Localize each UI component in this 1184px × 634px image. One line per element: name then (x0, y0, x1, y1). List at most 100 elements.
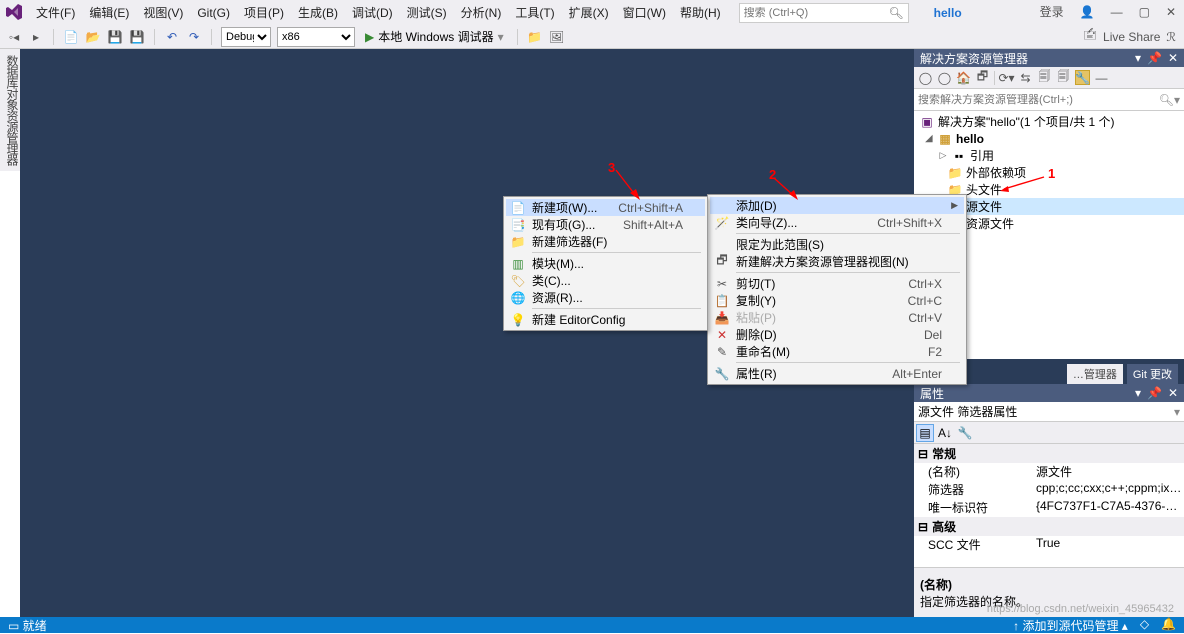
liveshare-button[interactable]: Live Share (1103, 30, 1160, 44)
category-general[interactable]: ⊟常规 (914, 444, 1184, 463)
expander-icon[interactable]: ▷ (938, 150, 948, 161)
ctx-new-filter[interactable]: 📁 新建筛选器(F) (506, 233, 705, 250)
admin-icon[interactable]: ℛ (1166, 30, 1176, 44)
panel-close-icon[interactable]: ✕ (1168, 51, 1178, 65)
tree-references[interactable]: ▷ ▪▪ 引用 (914, 147, 1184, 164)
menu-file[interactable]: 文件(F) (30, 1, 81, 24)
new-item-icon: 📄 (510, 201, 526, 215)
ctx-new-solution-view[interactable]: 🗗 新建解决方案资源管理器视图(N) (710, 253, 964, 270)
resource-icon: 🌐 (510, 291, 526, 305)
saveall-icon[interactable]: 💾 (129, 29, 145, 45)
ctx-class-wizard[interactable]: 🪄 类向导(Z)...Ctrl+Shift+X (710, 214, 964, 231)
menu-git[interactable]: Git(G) (191, 3, 236, 23)
platform-select[interactable]: x86 (277, 27, 355, 47)
ctx-resource[interactable]: 🌐 资源(R)... (506, 289, 705, 306)
nav-fwd-icon[interactable]: ◯ (937, 70, 952, 85)
redo-icon[interactable]: ↷ (186, 29, 202, 45)
login-button[interactable]: 登录 (1040, 3, 1064, 20)
new-file-icon[interactable]: 📄 (63, 29, 79, 45)
expander-icon[interactable]: ◢ (924, 133, 934, 144)
search-icon[interactable]: 🔍︎ (888, 6, 903, 20)
menu-project[interactable]: 项目(P) (238, 1, 290, 24)
menu-window[interactable]: 窗口(W) (617, 1, 672, 24)
open-icon[interactable]: 📂 (85, 29, 101, 45)
home-icon[interactable]: 🏠 (956, 70, 971, 85)
chevron-down-icon[interactable]: ▾ (1174, 405, 1180, 419)
menu-view[interactable]: 视图(V) (137, 1, 189, 24)
image-icon[interactable]: 🖼 (549, 29, 565, 45)
wizard-icon: 🪄 (714, 216, 730, 230)
ctx-scope[interactable]: 限定为此范围(S) (710, 236, 964, 253)
solution-search-input[interactable] (918, 94, 1159, 106)
back-icon[interactable]: ◦◂ (6, 29, 22, 45)
prop-desc-title: (名称) (920, 576, 1178, 593)
prop-row-scc[interactable]: SCC 文件True (914, 536, 1184, 554)
ctx-class[interactable]: 🏷 类(C)... (506, 272, 705, 289)
global-search-input[interactable] (744, 7, 889, 19)
ctx-add[interactable]: 添加(D)▶ (710, 197, 964, 214)
liveshare-icon[interactable]: 🖆 (1083, 26, 1097, 47)
menu-debug[interactable]: 调试(D) (346, 1, 399, 24)
account-icon[interactable]: 👤 (1080, 5, 1095, 19)
folder-icon[interactable]: 📁 (527, 29, 543, 45)
save-icon[interactable]: 💾 (107, 29, 123, 45)
ctx-cut[interactable]: ✂ 剪切(T)Ctrl+X (710, 275, 964, 292)
prop-row-uid[interactable]: 唯一标识符{4FC737F1-C7A5-4376-A066-2 (914, 499, 1184, 517)
ctx-properties[interactable]: 🔧 属性(R)Alt+Enter (710, 365, 964, 382)
global-search[interactable]: 🔍︎ (739, 3, 909, 23)
panel-pin-icon[interactable]: 📌 (1147, 51, 1162, 65)
close-icon[interactable]: ✕ (1166, 5, 1176, 19)
search-icon[interactable]: 🔍︎▾ (1159, 93, 1180, 107)
panel-close-icon[interactable]: ✕ (1168, 386, 1178, 400)
menu-analyze[interactable]: 分析(N) (455, 1, 508, 24)
category-advanced[interactable]: ⊟高级 (914, 517, 1184, 536)
collapse-icon[interactable]: ⇆ (1018, 70, 1033, 85)
panel-dropdown-icon[interactable]: ▾ (1135, 51, 1141, 65)
start-debug-button[interactable]: ▶ 本地 Windows 调试器 ▾ (361, 28, 508, 45)
ctx-copy[interactable]: 📋 复制(Y)Ctrl+C (710, 292, 964, 309)
prop-pages-icon[interactable]: 🔧 (956, 424, 974, 442)
tab-solution-explorer[interactable]: …管理器 (1067, 364, 1123, 384)
panel-pin-icon[interactable]: 📌 (1147, 386, 1162, 400)
maximize-icon[interactable]: ▢ (1139, 5, 1150, 19)
properties-icon[interactable]: 🔧 (1075, 70, 1090, 85)
status-bell-icon[interactable]: 🔔 (1161, 617, 1176, 634)
fwd-icon[interactable]: ▸ (28, 29, 44, 45)
minimize-icon[interactable]: — (1111, 5, 1123, 19)
menu-tools[interactable]: 工具(T) (509, 1, 560, 24)
categorized-icon[interactable]: ▤ (916, 424, 934, 442)
menu-extensions[interactable]: 扩展(X) (563, 1, 615, 24)
tab-git-changes[interactable]: Git 更改 (1127, 364, 1178, 384)
menu-build[interactable]: 生成(B) (292, 1, 344, 24)
ctx-delete[interactable]: ✕ 删除(D)Del (710, 326, 964, 343)
menu-edit[interactable]: 编辑(E) (83, 1, 135, 24)
menu-test[interactable]: 测试(S) (401, 1, 453, 24)
status-repo-icon[interactable]: ◇ (1140, 617, 1149, 634)
properties-selector[interactable]: 源文件 筛选器属性 ▾ (914, 402, 1184, 422)
ctx-existing-item[interactable]: 📑 现有项(G)...Shift+Alt+A (506, 216, 705, 233)
tree-solution-root[interactable]: ▣ 解决方案"hello"(1 个项目/共 1 个) (914, 113, 1184, 130)
nav-back-icon[interactable]: ◯ (918, 70, 933, 85)
prop-row-name[interactable]: (名称)源文件 (914, 463, 1184, 481)
prop-row-filter[interactable]: 筛选器cpp;c;cc;cxx;c++;cppm;ixx;def (914, 481, 1184, 499)
switch-icon[interactable]: 🗗 (975, 70, 990, 85)
status-source-control[interactable]: ↑ 添加到源代码管理 ▴ (1013, 617, 1128, 634)
preview-icon[interactable]: — (1094, 70, 1109, 85)
refresh-icon[interactable]: 🗐 (1056, 70, 1071, 85)
tree-project[interactable]: ◢ ▦ hello (914, 130, 1184, 147)
config-select[interactable]: Debug (221, 27, 271, 47)
tree-external-deps[interactable]: 📁 外部依赖项 (914, 164, 1184, 181)
panel-dropdown-icon[interactable]: ▾ (1135, 386, 1141, 400)
menu-help[interactable]: 帮助(H) (674, 1, 727, 24)
ctx-new-item[interactable]: 📄 新建项(W)...Ctrl+Shift+A (506, 199, 705, 216)
external-deps-label: 外部依赖项 (966, 164, 1026, 181)
showall-icon[interactable]: 🗐 (1037, 70, 1052, 85)
ctx-rename[interactable]: ✎ 重命名(M)F2 (710, 343, 964, 360)
alpha-sort-icon[interactable]: A↓ (936, 424, 954, 442)
solution-search[interactable]: 🔍︎▾ (914, 89, 1184, 111)
sync-icon[interactable]: ⟳▾ (999, 70, 1014, 85)
chevron-down-icon[interactable]: ▾ (498, 30, 504, 44)
ctx-module[interactable]: ▥ 模块(M)... (506, 255, 705, 272)
ctx-editorconfig[interactable]: 💡 新建 EditorConfig (506, 311, 705, 328)
undo-icon[interactable]: ↶ (164, 29, 180, 45)
